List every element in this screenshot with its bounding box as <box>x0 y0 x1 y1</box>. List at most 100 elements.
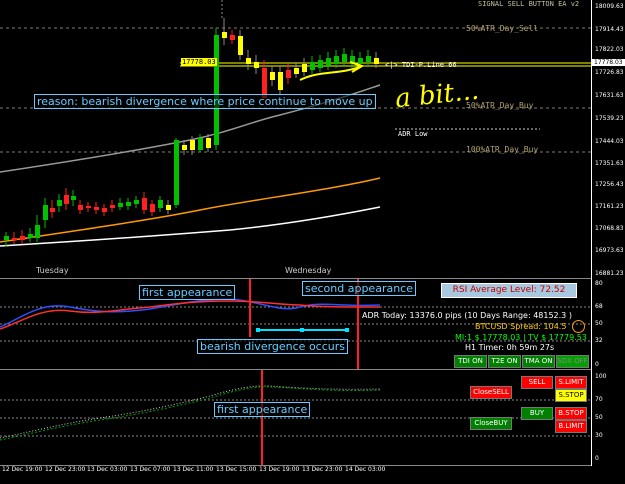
tdi-tick-100: 100 <box>595 373 607 380</box>
price-tick: 18009.63 <box>595 3 624 10</box>
sdx-off-button[interactable]: SDX OFF <box>556 355 589 368</box>
divergence-end-marker <box>345 328 349 332</box>
rsi-tick-68: 68 <box>595 303 603 310</box>
reason-annotation: reason: bearish divergence where price c… <box>34 94 376 109</box>
tdi-on-button[interactable]: TDI ON <box>454 355 487 368</box>
candle-body <box>374 58 379 64</box>
candle-body <box>78 205 83 210</box>
divergence-start-marker <box>256 328 260 332</box>
price-tick: 17256.43 <box>595 181 624 188</box>
price-tick: 17914.43 <box>595 26 624 33</box>
time-tick: 12 Dec 23:00 <box>45 466 86 473</box>
candle-body <box>222 32 227 38</box>
candle-body <box>150 204 155 212</box>
s-limit-button[interactable]: S.LIMIT <box>555 376 587 389</box>
price-tick: 17539.23 <box>595 115 624 122</box>
b-limit-button[interactable]: B.LIMIT <box>555 420 587 433</box>
tma-on-button[interactable]: TMA ON <box>522 355 555 368</box>
candle-body <box>286 70 291 78</box>
second-appearance-rsi: second appearance <box>302 281 416 296</box>
bearish-divergence-label: bearish divergence occurs <box>197 339 348 354</box>
mi-info: MI:1 $ 17778.03 | TV $ 17779.53 <box>455 333 587 342</box>
candle-body <box>20 236 25 240</box>
candle-body <box>358 58 363 64</box>
time-tick: 13 Dec 03:00 <box>87 466 128 473</box>
price-tick: 17726.83 <box>595 69 624 76</box>
tdi-tick-50: 50 <box>595 414 603 421</box>
candle-body <box>50 208 55 212</box>
candle-body <box>43 205 48 220</box>
price-chart-pane[interactable]: SIGNAL SELL BUTTON EA v2 50%ATR_Day_Sell… <box>0 0 591 279</box>
first-appearance-rsi: first appearance <box>139 285 236 300</box>
candle-body <box>238 36 243 55</box>
time-axis[interactable]: 12 Dec 19:00 12 Dec 23:00 13 Dec 03:00 13 D… <box>0 466 625 484</box>
close-sell-button[interactable]: CloseSELL <box>470 386 512 399</box>
rsi-tick-32: 32 <box>595 337 603 344</box>
time-tick: 14 Dec 03:00 <box>345 466 386 473</box>
candle-body <box>118 203 123 207</box>
candle-body <box>302 64 307 72</box>
time-tick: 13 Dec 19:00 <box>259 466 300 473</box>
t2e-on-button[interactable]: T2E ON <box>488 355 521 368</box>
candle-body <box>174 140 179 205</box>
atr50-sell-label: 50%ATR_Day_Sell <box>466 24 539 33</box>
tdi-tick-70: 70 <box>595 396 603 403</box>
price-axis[interactable]: 18009.63 17914.43 17822.03 17726.83 17631.63… <box>591 0 625 279</box>
candle-body <box>206 138 211 148</box>
candle-body <box>190 140 195 150</box>
time-tick: 13 Dec 11:00 <box>173 466 214 473</box>
candle-body <box>57 200 62 206</box>
candle-body <box>86 206 91 208</box>
price-tick: 17822.03 <box>595 46 624 53</box>
price-tick: 17351.63 <box>595 160 624 167</box>
buy-button[interactable]: BUY <box>521 407 553 420</box>
candle-body <box>134 200 139 204</box>
price-chart <box>0 0 591 247</box>
candle-body <box>270 72 275 80</box>
candle-body <box>254 62 259 68</box>
candle-body <box>366 56 371 62</box>
candle-body <box>334 56 339 64</box>
first-appearance-tdi: first appearance <box>214 402 311 417</box>
time-tick: 13 Dec 23:00 <box>302 466 343 473</box>
candle-body <box>166 205 171 210</box>
atr100-buy-label: 100%ATR_Day_Buy <box>466 145 539 154</box>
handwritten-arrow <box>299 65 363 81</box>
tdi-pane[interactable]: first appearance CloseSELL CloseBUY SELL… <box>0 370 591 466</box>
price-tick: 16973.63 <box>595 247 624 254</box>
price-tick: 17444.03 <box>595 138 624 145</box>
current-price-marker: 17778.03 <box>592 59 625 66</box>
candle-body <box>230 35 235 40</box>
price-box-label: 17778.03 <box>181 58 217 66</box>
tdi-tick-30: 30 <box>595 432 603 439</box>
close-buy-button[interactable]: CloseBUY <box>470 417 512 430</box>
candle-body <box>102 208 107 212</box>
candle-body <box>4 236 9 240</box>
candle-body <box>71 196 76 200</box>
rsi-axis[interactable]: 80 68 50 32 0 <box>591 279 625 370</box>
rsi-tick-50: 50 <box>595 320 603 327</box>
candle-body <box>246 58 251 64</box>
clock-icon <box>572 320 585 333</box>
ma-white <box>0 206 381 247</box>
top-header-label: SIGNAL SELL BUTTON EA v2 <box>478 0 580 8</box>
candle-body <box>28 234 33 238</box>
tdi-tick-0: 0 <box>595 455 599 462</box>
candle-body <box>35 225 40 238</box>
candle-body <box>342 54 347 62</box>
b-stop-button[interactable]: B.STOP <box>555 407 587 420</box>
tdi-axis[interactable]: 100 70 50 30 0 <box>591 370 625 466</box>
rsi-average-badge: RSI Average Level: 72.52 <box>441 283 577 298</box>
tdi-line-green <box>0 386 381 441</box>
candle-body <box>182 145 187 150</box>
sell-button[interactable]: SELL <box>521 376 553 389</box>
s-stop-button[interactable]: S.STOP <box>555 389 587 402</box>
rsi-tick-80: 80 <box>595 280 603 287</box>
candle-body <box>142 198 147 210</box>
tdi-line-label: <|> TDI-P.Line 66 <box>385 61 457 69</box>
candle-body <box>278 72 283 90</box>
adr-low-label: ADR Low <box>398 130 428 138</box>
rsi-pane[interactable]: first appearance second appearance beari… <box>0 279 591 370</box>
time-tick: 12 Dec 19:00 <box>2 466 43 473</box>
candle-body <box>64 195 69 204</box>
